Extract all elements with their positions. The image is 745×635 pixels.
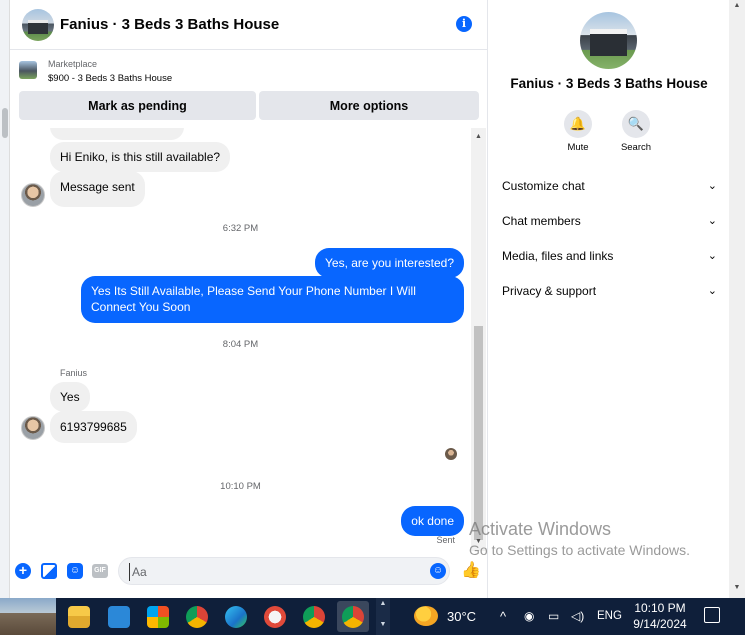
network-icon[interactable]: ▭ (548, 598, 559, 635)
message-bubble-outgoing: Yes, are you interested? (315, 248, 464, 278)
start-wallpaper-thumb[interactable] (0, 598, 56, 635)
info-icon[interactable]: i (456, 16, 472, 32)
sent-status: Sent (436, 535, 455, 545)
file-explorer-icon[interactable] (63, 601, 95, 632)
details-title: Fanius · 3 Beds 3 Baths House (510, 76, 708, 91)
chrome-active-icon[interactable] (337, 601, 369, 632)
left-scroll-handle[interactable] (2, 108, 8, 138)
media-files-links-row[interactable]: Media, files and links ⌄ (502, 249, 717, 269)
composer: + ☺ GIF ☺ 👍 (10, 551, 488, 592)
store-icon[interactable] (142, 601, 174, 632)
message-bubble-partial (50, 128, 184, 140)
scroll-up-arrow-icon[interactable]: ▲ (729, 2, 745, 9)
gif-icon[interactable]: GIF (92, 564, 108, 578)
chevron-down-icon: ⌄ (707, 180, 717, 192)
clock-date: 9/14/2024 (633, 617, 687, 631)
listing-avatar[interactable] (22, 8, 54, 41)
watermark-subtitle: Go to Settings to activate Windows. (469, 542, 690, 558)
listing-price-title: $900 - 3 Beds 3 Baths House (48, 73, 173, 84)
sender-name: Fanius (60, 368, 88, 378)
notification-icon[interactable] (704, 607, 720, 623)
listing-thumbnail (19, 61, 37, 79)
privacy-support-row[interactable]: Privacy & support ⌄ (502, 284, 717, 304)
message-bubble: Message sent (50, 171, 145, 207)
photo-icon[interactable] (41, 563, 57, 579)
chat-panel: Fanius · 3 Beds 3 Baths House i Marketpl… (10, 0, 488, 598)
sticker-icon[interactable]: ☺ (67, 563, 83, 579)
plus-icon[interactable]: + (15, 563, 31, 579)
thumbs-up-icon[interactable]: 👍 (461, 561, 481, 581)
contact-avatar[interactable] (21, 183, 45, 207)
timestamp: 8:04 PM (222, 339, 259, 350)
customize-chat-row[interactable]: Customize chat ⌄ (502, 179, 717, 199)
mail-icon[interactable] (103, 601, 135, 632)
page-scrollbar[interactable]: ▲ ▼ (729, 0, 745, 598)
message-input-box[interactable]: ☺ (118, 557, 450, 585)
message-scrollbar[interactable]: ▲ ▼ (471, 128, 486, 551)
meet-icon[interactable]: ◉ (524, 598, 534, 635)
message-bubble: Yes (50, 382, 90, 412)
clock-time: 10:10 PM (634, 601, 686, 615)
taskbar: ▲ ▼ 30°C ^ ◉ ▭ ◁) ENG 10:10 PM 9/14/2024 (0, 598, 745, 635)
bell-icon[interactable]: 🔔 (564, 110, 592, 138)
scroll-down-arrow-icon[interactable]: ▼ (729, 584, 745, 591)
activation-watermark: Activate Windows Go to Settings to activ… (469, 519, 690, 558)
scroll-up-arrow-icon[interactable]: ▲ (471, 130, 486, 144)
mark-as-pending-button[interactable]: Mark as pending (19, 91, 256, 120)
edge-icon[interactable] (220, 601, 252, 632)
row-label: Chat members (502, 214, 581, 228)
language-indicator[interactable]: ENG (597, 598, 622, 635)
mute-label[interactable]: Mute (548, 142, 608, 153)
chrome-icon[interactable] (181, 601, 213, 632)
chevron-down-icon: ⌄ (707, 215, 717, 227)
chevron-down-icon: ⌄ (707, 250, 717, 262)
message-input[interactable] (129, 563, 419, 581)
chat-title[interactable]: Fanius · 3 Beds 3 Baths House (60, 16, 279, 33)
row-label: Media, files and links (502, 249, 614, 263)
message-bubble-outgoing: Yes Its Still Available, Please Send You… (81, 276, 464, 323)
message-bubble: 6193799685 (50, 411, 137, 443)
marketplace-label: Marketplace (48, 59, 98, 69)
clock[interactable]: 10:10 PM 9/14/2024 (625, 600, 695, 632)
scroll-thumb[interactable] (474, 326, 483, 540)
listing-profile-avatar[interactable] (580, 12, 637, 69)
left-strip (0, 0, 10, 598)
volume-icon[interactable]: ◁) (571, 598, 584, 635)
message-bubble-outgoing: ok done (401, 506, 464, 536)
weather-icon[interactable] (414, 606, 438, 626)
chevron-down-icon: ⌄ (707, 285, 717, 297)
timestamp: 10:10 PM (220, 481, 261, 492)
timestamp: 6:32 PM (222, 223, 259, 234)
chrome-profile-icon[interactable] (298, 601, 330, 632)
chevron-up-icon[interactable]: ^ (500, 598, 506, 635)
more-options-button[interactable]: More options (259, 91, 479, 120)
emoji-icon[interactable]: ☺ (430, 563, 446, 579)
chat-details-panel: Fanius · 3 Beds 3 Baths House 🔔 Mute 🔍 S… (489, 0, 729, 598)
paint-icon[interactable] (259, 601, 291, 632)
seen-receipt-avatar (445, 448, 457, 460)
search-icon[interactable]: 🔍 (622, 110, 650, 138)
contact-avatar[interactable] (21, 416, 45, 440)
row-label: Customize chat (502, 179, 585, 193)
taskbar-overflow-scroll[interactable]: ▲ ▼ (376, 598, 390, 635)
message-list: Hi Eniko, is this still available? Messa… (10, 128, 488, 551)
marketplace-listing[interactable]: Marketplace $900 - 3 Beds 3 Baths House (10, 51, 488, 91)
temperature[interactable]: 30°C (447, 598, 476, 635)
message-bubble: Hi Eniko, is this still available? (50, 142, 231, 172)
chat-header: Fanius · 3 Beds 3 Baths House i (10, 0, 488, 50)
chat-members-row[interactable]: Chat members ⌄ (502, 214, 717, 234)
row-label: Privacy & support (502, 284, 597, 298)
watermark-title: Activate Windows (469, 519, 612, 539)
search-label[interactable]: Search (606, 142, 666, 153)
